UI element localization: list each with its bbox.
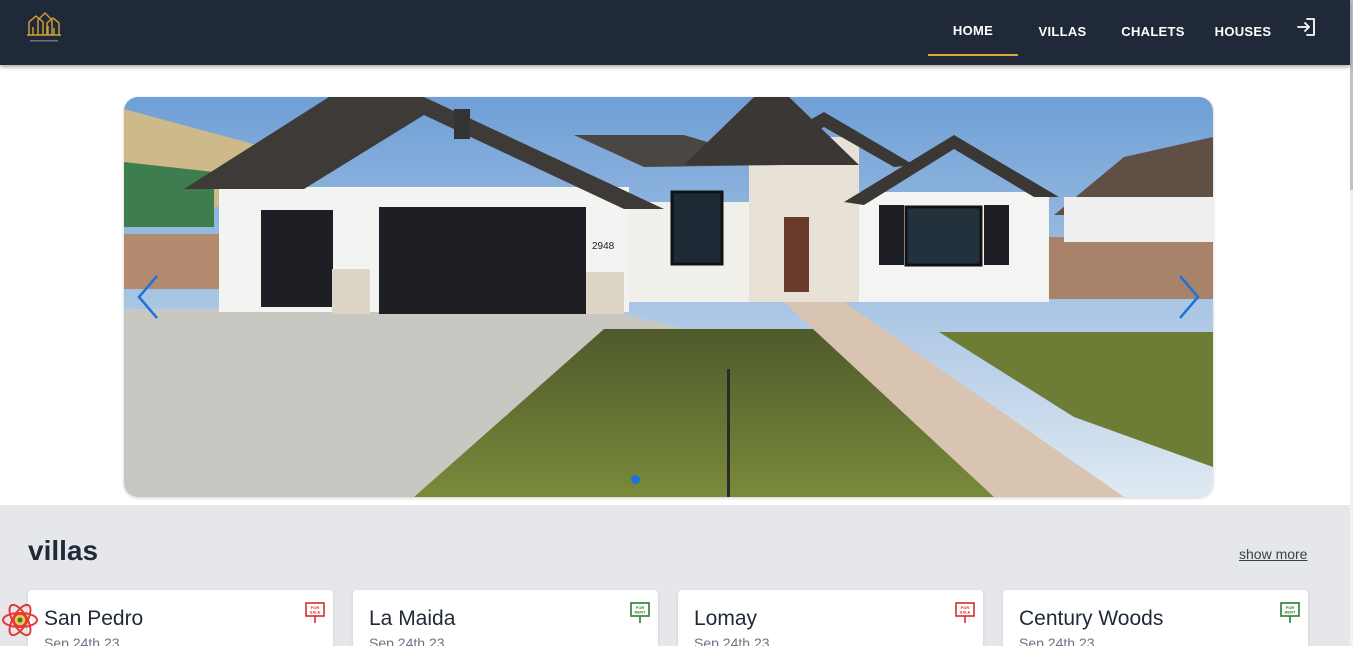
- for-rent-sign-icon: FOR RENT: [629, 601, 651, 625]
- chevron-left-icon[interactable]: [133, 272, 163, 322]
- section-title: villas: [28, 535, 99, 566]
- login-icon[interactable]: [1295, 16, 1317, 38]
- villa-card[interactable]: San Pedro Sep 24th 23 FOR SALE: [28, 590, 333, 646]
- for-sale-sign-icon: FOR SALE: [954, 601, 976, 625]
- villa-card-title: Lomay: [694, 607, 758, 630]
- villa-card-date: Sep 24th 23: [1019, 635, 1095, 646]
- nav-chalets[interactable]: CHALETS: [1115, 0, 1191, 56]
- carousel-indicator-active[interactable]: [631, 475, 640, 484]
- villa-card-date: Sep 24th 23: [369, 635, 445, 646]
- nav-home[interactable]: HOME: [928, 0, 1018, 56]
- chevron-right-icon[interactable]: [1174, 272, 1204, 322]
- navbar: HOME VILLAS CHALETS HOUSES: [0, 0, 1350, 65]
- react-devtools-icon[interactable]: [0, 600, 40, 640]
- building-logo-icon[interactable]: [24, 8, 64, 50]
- svg-text:SALE: SALE: [310, 610, 321, 615]
- villa-card[interactable]: La Maida Sep 24th 23 FOR RENT: [353, 590, 658, 646]
- for-sale-sign-icon: FOR SALE: [304, 601, 326, 625]
- villa-card[interactable]: Lomay Sep 24th 23 FOR SALE: [678, 590, 983, 646]
- villa-card-title: San Pedro: [44, 607, 144, 630]
- svg-text:RENT: RENT: [1285, 610, 1296, 615]
- nav-houses[interactable]: HOUSES: [1208, 0, 1278, 56]
- svg-text:2948: 2948: [592, 241, 615, 252]
- show-more-link[interactable]: show more: [1239, 546, 1307, 562]
- villa-card-date: Sep 24th 23: [694, 635, 770, 646]
- villa-card-title: Century Woods: [1019, 607, 1164, 630]
- nav-villas[interactable]: VILLAS: [1030, 0, 1095, 56]
- hero-carousel: 2948: [124, 97, 1213, 497]
- villa-card-date: Sep 24th 23: [44, 635, 120, 646]
- svg-text:RENT: RENT: [635, 610, 646, 615]
- house-photo: 2948: [124, 97, 1213, 497]
- villa-card[interactable]: Century Woods Sep 24th 23 FOR RENT: [1003, 590, 1308, 646]
- for-rent-sign-icon: FOR RENT: [1279, 601, 1301, 625]
- svg-text:SALE: SALE: [960, 610, 971, 615]
- villa-card-title: La Maida: [369, 607, 456, 630]
